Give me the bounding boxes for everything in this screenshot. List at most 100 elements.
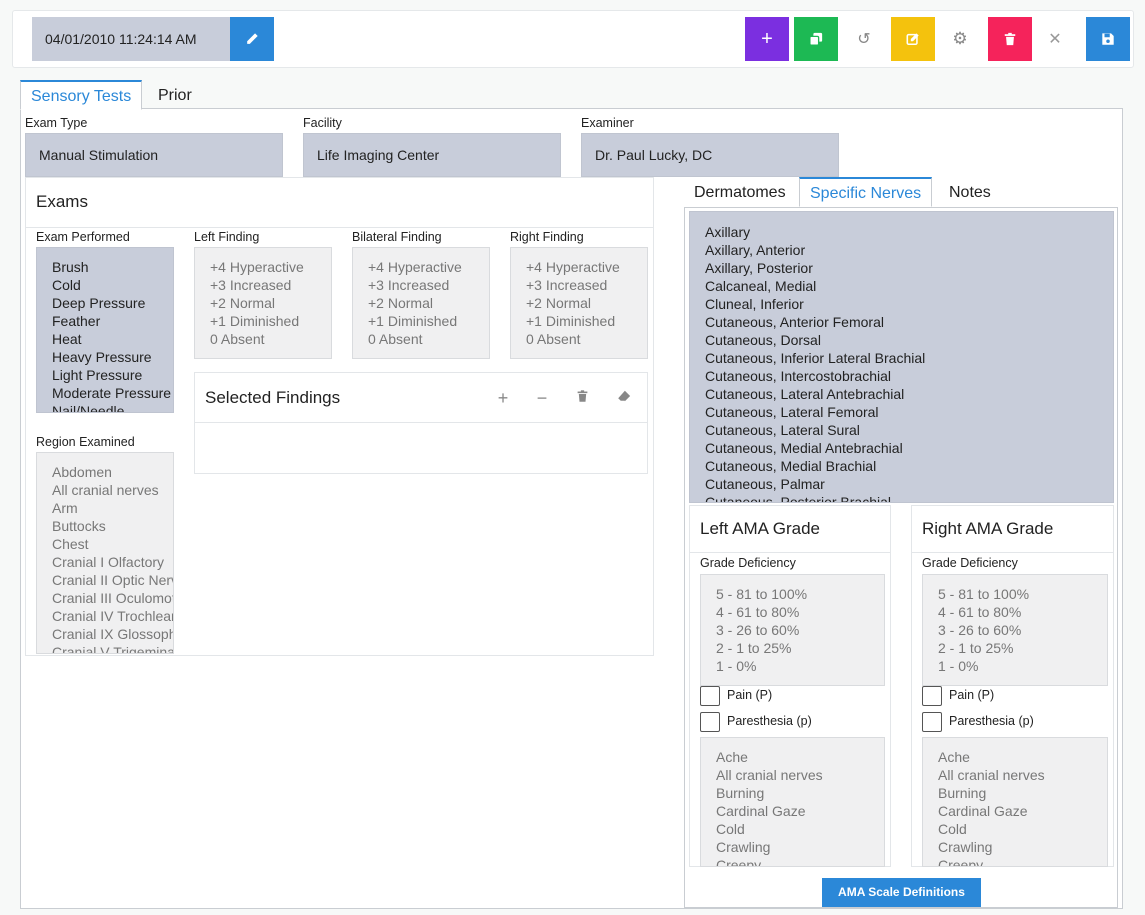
tab-sensory-tests[interactable]: Sensory Tests <box>20 80 143 110</box>
save-button[interactable] <box>1086 17 1130 61</box>
close-button[interactable]: ✕ <box>1033 17 1077 61</box>
list-item[interactable]: Cold <box>52 276 173 294</box>
undo-button[interactable]: ↺ <box>842 17 886 61</box>
list-item[interactable]: 4 - 61 to 80% <box>716 603 884 621</box>
bilateral-finding-list[interactable]: +4 Hyperactive +3 Increased +2 Normal +1… <box>352 247 490 359</box>
add-button[interactable]: + <box>745 17 789 61</box>
list-item[interactable]: 5 - 81 to 100% <box>716 585 884 603</box>
list-item[interactable]: 4 - 61 to 80% <box>938 603 1107 621</box>
remove-finding-button[interactable]: − <box>532 388 552 409</box>
list-item[interactable]: Heavy Pressure <box>52 348 173 366</box>
list-item[interactable]: +4 Hyperactive <box>526 258 647 276</box>
list-item[interactable]: +2 Normal <box>526 294 647 312</box>
list-item[interactable]: Cutaneous, Posterior Brachial <box>705 493 1113 502</box>
list-item[interactable]: +1 Diminished <box>368 312 489 330</box>
list-item[interactable]: +4 Hyperactive <box>210 258 331 276</box>
tab-dermatomes[interactable]: Dermatomes <box>684 178 796 208</box>
region-examined-list[interactable]: Abdomen All cranial nerves Arm Buttocks … <box>36 452 174 654</box>
list-item[interactable]: Axillary, Anterior <box>705 241 1113 259</box>
list-item[interactable]: +4 Hyperactive <box>368 258 489 276</box>
list-item[interactable]: Abdomen <box>52 463 173 481</box>
list-item[interactable]: Cold <box>716 820 884 838</box>
facility-field[interactable]: Life Imaging Center <box>303 133 561 177</box>
list-item[interactable]: Cutaneous, Lateral Femoral <box>705 403 1113 421</box>
list-item[interactable]: Ache <box>716 748 884 766</box>
list-item[interactable]: Cranial II Optic Nerve <box>52 571 173 589</box>
edit-datetime-button[interactable] <box>230 17 274 61</box>
list-item[interactable]: Brush <box>52 258 173 276</box>
list-item[interactable]: Cutaneous, Intercostobrachial <box>705 367 1113 385</box>
tab-prior[interactable]: Prior <box>148 81 202 111</box>
list-item[interactable]: All cranial nerves <box>938 766 1107 784</box>
list-item[interactable]: +1 Diminished <box>526 312 647 330</box>
clear-findings-button[interactable] <box>614 389 634 408</box>
list-item[interactable]: Cutaneous, Inferior Lateral Brachial <box>705 349 1113 367</box>
examiner-field[interactable]: Dr. Paul Lucky, DC <box>581 133 839 177</box>
list-item[interactable]: Axillary, Posterior <box>705 259 1113 277</box>
list-item[interactable]: Cold <box>938 820 1107 838</box>
left-pain-checkbox[interactable] <box>700 686 720 706</box>
list-item[interactable]: +1 Diminished <box>210 312 331 330</box>
list-item[interactable]: 2 - 1 to 25% <box>716 639 884 657</box>
list-item[interactable]: 1 - 0% <box>716 657 884 675</box>
right-pain-checkbox[interactable] <box>922 686 942 706</box>
add-finding-button[interactable]: + <box>493 388 513 409</box>
list-item[interactable]: Cardinal Gaze <box>938 802 1107 820</box>
edit-button[interactable] <box>891 17 935 61</box>
list-item[interactable]: Ache <box>938 748 1107 766</box>
list-item[interactable]: Cutaneous, Lateral Sural <box>705 421 1113 439</box>
list-item[interactable]: Crawling <box>716 838 884 856</box>
list-item[interactable]: All cranial nerves <box>716 766 884 784</box>
list-item[interactable]: Arm <box>52 499 173 517</box>
left-finding-list[interactable]: +4 Hyperactive +3 Increased +2 Normal +1… <box>194 247 332 359</box>
tab-specific-nerves[interactable]: Specific Nerves <box>799 177 933 207</box>
right-finding-list[interactable]: +4 Hyperactive +3 Increased +2 Normal +1… <box>510 247 648 359</box>
list-item[interactable]: Creepy <box>938 856 1107 866</box>
list-item[interactable]: Cranial IX Glossopharyngeal <box>52 625 173 643</box>
list-item[interactable]: Cutaneous, Anterior Femoral <box>705 313 1113 331</box>
list-item[interactable]: Buttocks <box>52 517 173 535</box>
settings-button[interactable]: ⚙ <box>938 17 982 61</box>
list-item[interactable]: 2 - 1 to 25% <box>938 639 1107 657</box>
list-item[interactable]: Cutaneous, Medial Brachial <box>705 457 1113 475</box>
right-symptoms-list[interactable]: Ache All cranial nerves Burning Cardinal… <box>922 737 1108 867</box>
list-item[interactable]: Burning <box>716 784 884 802</box>
list-item[interactable]: Feather <box>52 312 173 330</box>
list-item[interactable]: Heat <box>52 330 173 348</box>
list-item[interactable]: Cranial I Olfactory <box>52 553 173 571</box>
list-item[interactable]: All cranial nerves <box>52 481 173 499</box>
list-item[interactable]: 3 - 26 to 60% <box>716 621 884 639</box>
list-item[interactable]: Light Pressure <box>52 366 173 384</box>
list-item[interactable]: +3 Increased <box>210 276 331 294</box>
list-item[interactable]: +2 Normal <box>368 294 489 312</box>
left-symptoms-list[interactable]: Ache All cranial nerves Burning Cardinal… <box>700 737 885 867</box>
list-item[interactable]: Burning <box>938 784 1107 802</box>
list-item[interactable]: +2 Normal <box>210 294 331 312</box>
list-item[interactable]: 1 - 0% <box>938 657 1107 675</box>
list-item[interactable]: Cluneal, Inferior <box>705 295 1113 313</box>
list-item[interactable]: 5 - 81 to 100% <box>938 585 1107 603</box>
list-item[interactable]: Cutaneous, Lateral Antebrachial <box>705 385 1113 403</box>
list-item[interactable]: Nail/Needle <box>52 402 173 412</box>
list-item[interactable]: Cardinal Gaze <box>716 802 884 820</box>
list-item[interactable]: Cranial V Trigeminal <box>52 643 173 653</box>
list-item[interactable]: Creepy <box>716 856 884 866</box>
list-item[interactable]: Moderate Pressure <box>52 384 173 402</box>
copy-button[interactable] <box>794 17 838 61</box>
list-item[interactable]: Chest <box>52 535 173 553</box>
delete-button[interactable] <box>988 17 1032 61</box>
list-item[interactable]: Crawling <box>938 838 1107 856</box>
exam-performed-list[interactable]: Brush Cold Deep Pressure Feather Heat He… <box>36 247 174 413</box>
nerves-list[interactable]: Axillary Axillary, Anterior Axillary, Po… <box>689 211 1114 503</box>
list-item[interactable]: Calcaneal, Medial <box>705 277 1113 295</box>
delete-finding-button[interactable] <box>572 389 592 408</box>
list-item[interactable]: 0 Absent <box>526 330 647 348</box>
list-item[interactable]: +3 Increased <box>368 276 489 294</box>
left-grade-list[interactable]: 5 - 81 to 100% 4 - 61 to 80% 3 - 26 to 6… <box>700 574 885 686</box>
list-item[interactable]: 3 - 26 to 60% <box>938 621 1107 639</box>
list-item[interactable]: Cutaneous, Palmar <box>705 475 1113 493</box>
list-item[interactable]: Cutaneous, Dorsal <box>705 331 1113 349</box>
left-paresthesia-checkbox[interactable] <box>700 712 720 732</box>
ama-scale-definitions-button[interactable]: AMA Scale Definitions <box>822 878 981 907</box>
list-item[interactable]: +3 Increased <box>526 276 647 294</box>
